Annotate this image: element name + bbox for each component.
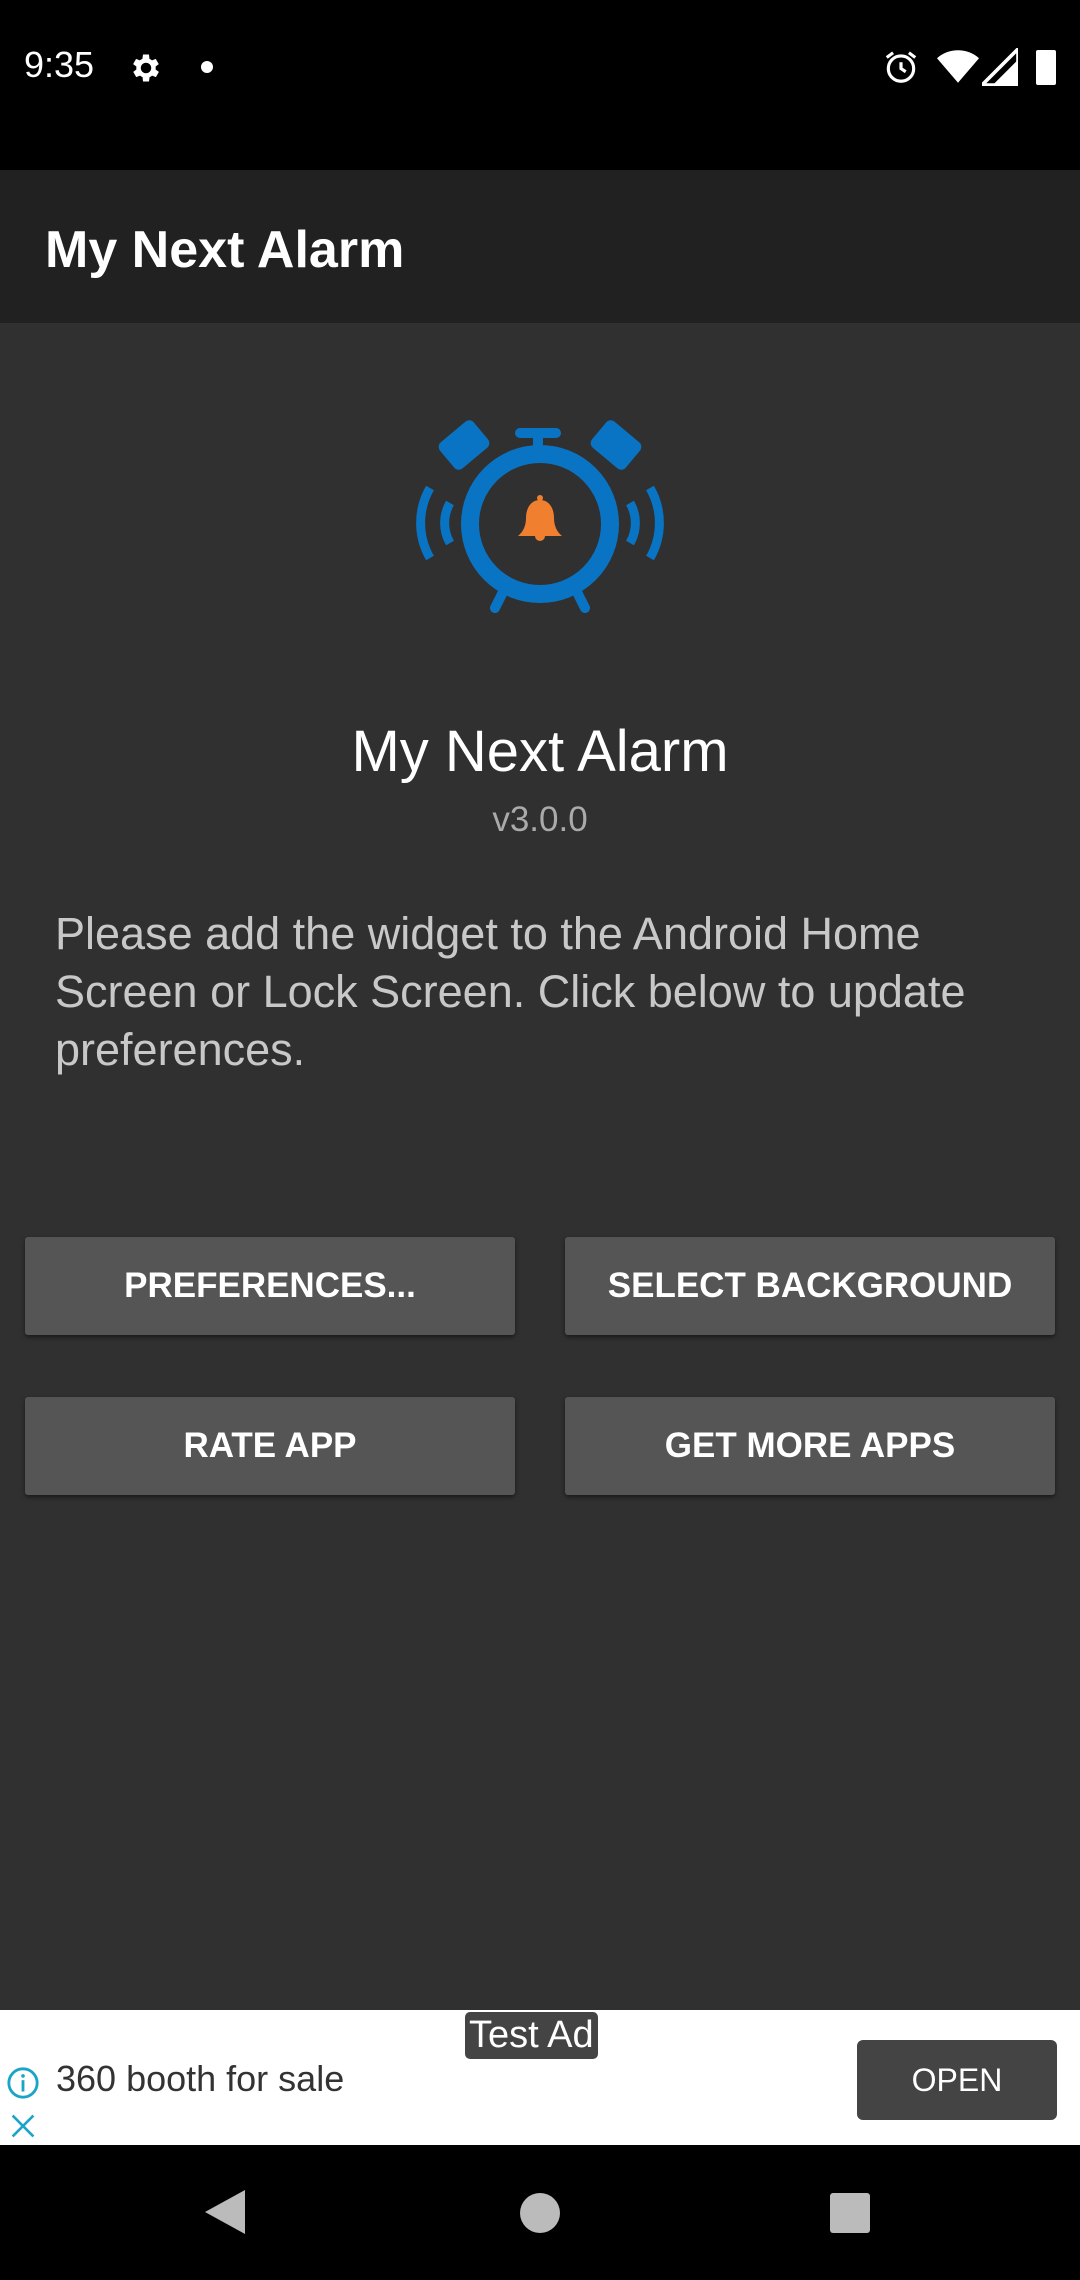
rate-app-button[interactable]: RATE APP [25, 1397, 515, 1495]
alarm-icon [885, 51, 917, 83]
dot-icon [201, 61, 213, 73]
app-name: My Next Alarm [351, 719, 729, 784]
preferences-button[interactable]: PREFERENCES... [25, 1237, 515, 1335]
home-icon[interactable] [520, 2193, 560, 2233]
select-background-button[interactable]: SELECT BACKGROUND [565, 1237, 1055, 1335]
close-ad-icon[interactable] [10, 2113, 36, 2139]
info-icon[interactable] [6, 2066, 40, 2100]
instructions-text: Please add the widget to the Android Hom… [55, 908, 966, 1075]
clock: 9:35 [24, 44, 95, 85]
recents-icon[interactable] [830, 2193, 870, 2233]
test-ad-label: Test Ad [465, 2012, 598, 2059]
alarm-clock-logo-icon [416, 420, 664, 613]
battery-icon [1036, 50, 1056, 85]
app-bar-title: My Next Alarm [45, 221, 405, 279]
wifi-icon [937, 50, 979, 83]
ad-open-button[interactable]: OPEN [857, 2040, 1057, 2120]
navigation-bar [0, 2145, 1080, 2280]
status-bar: 9:35 [0, 0, 1080, 170]
app-version: v3.0.0 [492, 800, 588, 839]
back-icon[interactable] [205, 2190, 245, 2234]
signal-icon [982, 48, 1018, 86]
get-more-apps-button[interactable]: GET MORE APPS [565, 1397, 1055, 1495]
gear-icon [133, 54, 159, 82]
ad-text[interactable]: 360 booth for sale [56, 2058, 344, 2100]
